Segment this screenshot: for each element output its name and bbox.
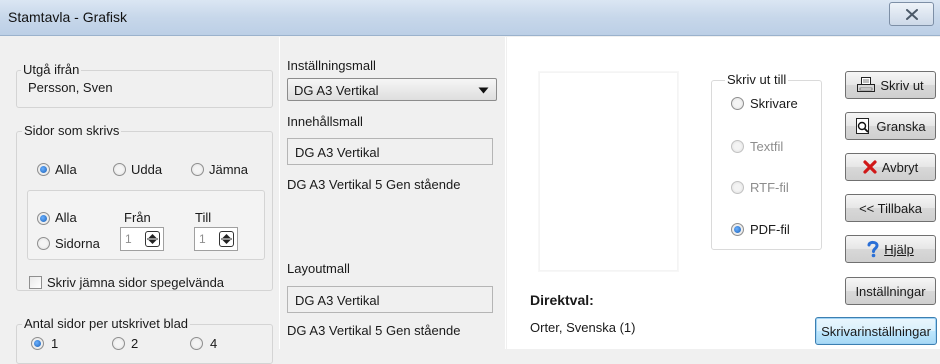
pages-to-print-legend: Sidor som skrivs [22, 123, 122, 138]
cancel-x-icon [863, 160, 877, 174]
content-template-value: DG A3 Vertikal [295, 145, 380, 160]
radio-output-textfile[interactable] [731, 140, 744, 153]
radio-range-all-label: Alla [55, 210, 77, 225]
settings-button[interactable]: Inställningar [845, 277, 936, 305]
title-bar: Stamtavla - Grafisk [0, 0, 940, 36]
radio-output-rtf-label: RTF-fil [750, 180, 789, 195]
output-legend: Skriv ut till [725, 72, 789, 87]
radio-output-pdf-label: PDF-fil [750, 222, 790, 237]
chevron-down-icon [478, 87, 489, 94]
from-label: Från [124, 210, 151, 225]
preview-button-label: Granska [876, 118, 926, 134]
close-icon [905, 8, 918, 20]
preview-button[interactable]: Granska [845, 112, 936, 140]
radio-parity-all[interactable] [37, 163, 50, 176]
column-divider [505, 37, 506, 349]
preview-magnifier-icon [856, 117, 870, 134]
layout-template-label: Layoutmall [287, 261, 350, 276]
back-button[interactable]: << Tillbaka [845, 194, 936, 222]
settings-template-label: Inställningsmall [287, 58, 376, 73]
radio-output-pdf[interactable] [731, 223, 744, 236]
radio-output-rtf[interactable] [731, 181, 744, 194]
content-template-field: DG A3 Vertikal [287, 138, 493, 165]
print-button[interactable]: Skriv ut [845, 71, 936, 99]
mirror-even-pages-label: Skriv jämna sidor spegelvända [47, 275, 225, 290]
direct-selection-value: Orter, Svenska (1) [530, 320, 636, 335]
printer-settings-button[interactable]: Skrivarinställningar [815, 317, 937, 345]
spin-arrows-icon[interactable] [219, 231, 234, 247]
radio-range-pages[interactable] [37, 237, 50, 250]
direct-selection-label: Direktval: [530, 292, 594, 308]
radio-per-sheet-1[interactable] [31, 337, 44, 350]
to-page-stepper[interactable]: 1 [194, 227, 238, 251]
help-button-label: Hjälp [884, 241, 914, 257]
radio-parity-even-label: Jämna [209, 162, 249, 177]
printer-settings-button-label: Skrivarinställningar [821, 323, 931, 339]
radio-parity-odd-label: Udda [131, 162, 163, 177]
content-template-description: DG A3 Vertikal 5 Gen stående [287, 177, 461, 192]
radio-parity-even[interactable] [191, 163, 204, 176]
cancel-button[interactable]: Avbryt [845, 153, 936, 181]
radio-output-textfile-label: Textfil [750, 139, 784, 154]
radio-output-printer[interactable] [731, 97, 744, 110]
from-page-value: 1 [125, 232, 132, 246]
from-page-stepper[interactable]: 1 [120, 227, 164, 251]
radio-range-all[interactable] [37, 212, 50, 225]
to-label: Till [195, 210, 212, 225]
radio-per-sheet-2[interactable] [112, 337, 125, 350]
page-preview [539, 72, 678, 271]
back-button-label: << Tillbaka [859, 200, 922, 216]
layout-template-field: DG A3 Vertikal [287, 286, 493, 313]
spin-arrows-icon[interactable] [145, 231, 160, 247]
settings-template-select[interactable]: DG A3 Vertikal [287, 78, 497, 101]
radio-parity-odd[interactable] [113, 163, 126, 176]
cancel-button-label: Avbryt [881, 159, 919, 175]
column-divider [279, 37, 280, 349]
help-question-icon [867, 240, 879, 258]
settings-template-value: DG A3 Vertikal [294, 83, 379, 98]
close-button[interactable] [889, 2, 934, 26]
start-from-legend: Utgå ifrån [21, 62, 82, 77]
printer-icon [857, 77, 876, 92]
start-from-person: Persson, Sven [28, 80, 113, 95]
radio-output-printer-label: Skrivare [750, 96, 798, 111]
radio-per-sheet-4[interactable] [190, 337, 203, 350]
help-button[interactable]: Hjälp [845, 235, 936, 263]
window-title: Stamtavla - Grafisk [8, 9, 128, 25]
print-button-label: Skriv ut [880, 77, 924, 93]
pages-per-sheet-legend: Antal sidor per utskrivet blad [22, 316, 191, 331]
content-template-label: Innehållsmall [287, 114, 363, 129]
to-page-value: 1 [199, 232, 206, 246]
radio-parity-all-label: Alla [55, 162, 77, 177]
settings-button-label: Inställningar [855, 283, 926, 299]
mirror-even-pages-checkbox[interactable] [29, 276, 42, 289]
layout-template-value: DG A3 Vertikal [295, 293, 380, 308]
radio-range-pages-label: Sidorna [55, 236, 100, 251]
layout-template-description: DG A3 Vertikal 5 Gen stående [287, 323, 461, 338]
